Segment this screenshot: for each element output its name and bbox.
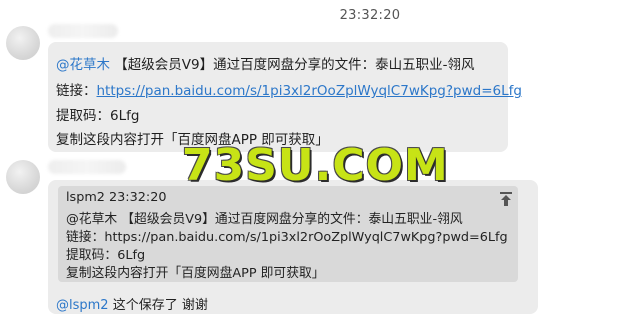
reply-bubble[interactable]: lspm2 23:32:20 @花草木 【超级会员V9】通过百度网盘分享的文件：… [48, 180, 538, 314]
message-bubble[interactable]: @花草木 【超级会员V9】通过百度网盘分享的文件：泰山五职业-翎风 链接：htt… [48, 42, 522, 152]
quote-line: 复制这段内容打开「百度网盘APP 即可获取」 [66, 266, 325, 281]
avatar[interactable] [6, 160, 40, 194]
avatar[interactable] [6, 26, 40, 60]
quoted-message[interactable]: lspm2 23:32:20 @花草木 【超级会员V9】通过百度网盘分享的文件：… [58, 186, 518, 282]
chat-timestamp: 23:32:20 [339, 8, 401, 23]
quote-line: @花草木 【超级会员V9】通过百度网盘分享的文件：泰山五职业-翎风 [66, 212, 463, 227]
sender-name [48, 160, 126, 174]
mention-link[interactable]: @花草木 [56, 57, 110, 73]
quote-line: 提取码：6Lfg [66, 248, 146, 263]
link-prefix: 链接： [56, 83, 97, 99]
scroll-to-quote-icon[interactable] [498, 191, 514, 207]
quote-line: 链接：https://pan.baidu.com/s/1pi3xl2rOoZpl… [66, 230, 508, 245]
reply-text: 这个保存了 谢谢 [108, 298, 208, 313]
message-text: 【超级会员V9】通过百度网盘分享的文件：泰山五职业-翎风 [110, 57, 475, 73]
message-line: @花草木 【超级会员V9】通过百度网盘分享的文件：泰山五职业-翎风 [56, 53, 475, 73]
watermark: 73SU.COM [182, 140, 449, 191]
share-link[interactable]: https://pan.baidu.com/s/1pi3xl2rOoZplWyq… [97, 83, 522, 99]
message-line: 链接：https://pan.baidu.com/s/1pi3xl2rOoZpl… [56, 79, 522, 99]
reply-text-line: @lspm2 这个保存了 谢谢 [56, 294, 208, 313]
quote-header: lspm2 23:32:20 [66, 190, 167, 205]
sender-name [48, 24, 118, 38]
mention-link[interactable]: @lspm2 [56, 298, 109, 313]
extract-code: 提取码：6Lfg [56, 108, 140, 124]
